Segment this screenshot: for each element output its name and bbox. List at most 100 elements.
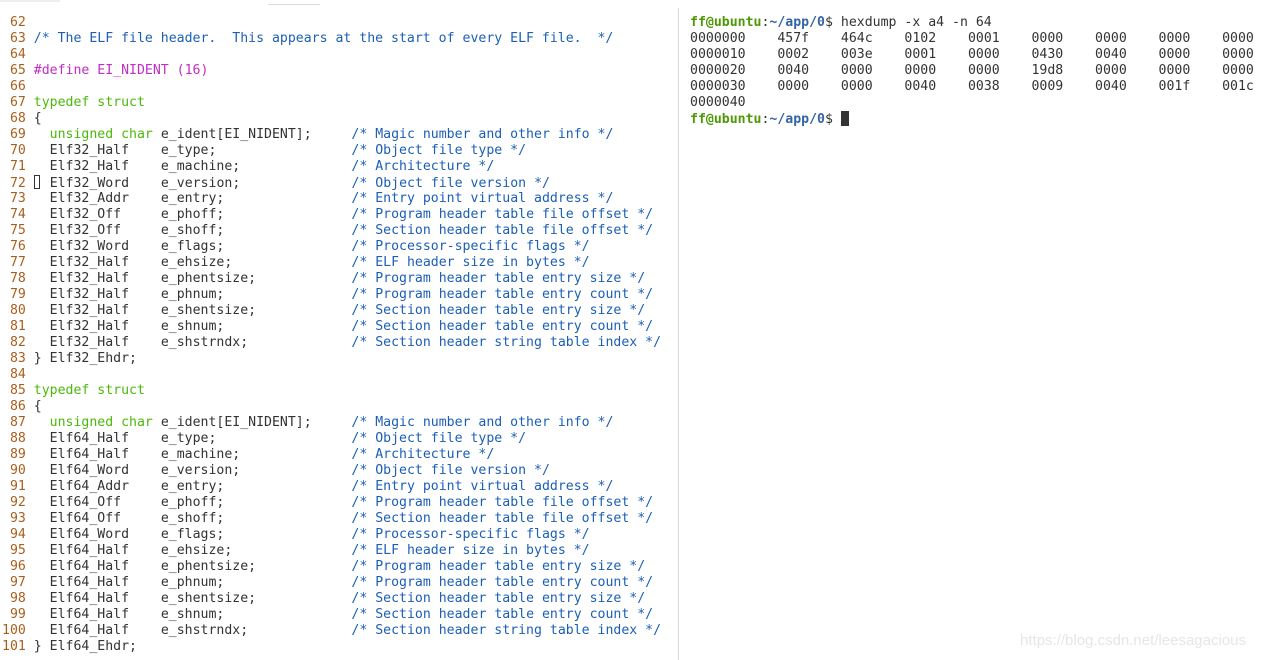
line-number: 81 bbox=[2, 319, 34, 334]
line-number: 98 bbox=[2, 591, 34, 606]
field-name: e_shoff; bbox=[160, 223, 225, 238]
field-name: e_phnum; bbox=[160, 575, 225, 590]
code-line: 94 Elf64_Word e_flags; /* Processor-spec… bbox=[2, 527, 678, 543]
field-name: e_phentsize; bbox=[160, 271, 257, 286]
field-type: Elf64_Half bbox=[49, 607, 130, 622]
preprocessor-define: #define EI_NIDENT (16) bbox=[33, 63, 209, 78]
code-line: 89 Elf64_Half e_machine; /* Architecture… bbox=[2, 447, 678, 463]
code-line: 80 Elf32_Half e_shentsize; /* Section he… bbox=[2, 303, 678, 319]
terminal-cursor bbox=[840, 111, 849, 126]
watermark: https://blog.csdn.net/leesagacious bbox=[1020, 632, 1246, 649]
field-name: e_type; bbox=[160, 431, 217, 446]
field-name: e_ehsize; bbox=[160, 543, 233, 558]
code-line: 78 Elf32_Half e_phentsize; /* Program he… bbox=[2, 271, 678, 287]
field-comment: /* Architecture */ bbox=[351, 159, 495, 174]
field-comment: /* Entry point virtual address */ bbox=[351, 479, 614, 494]
prompt-dollar: $ bbox=[825, 112, 841, 127]
hex-word: 001c bbox=[1222, 79, 1254, 94]
field-name: e_shnum; bbox=[160, 319, 225, 334]
line-number: 64 bbox=[2, 47, 34, 62]
line-number: 90 bbox=[2, 463, 34, 478]
prompt-user: ff@ubuntu bbox=[690, 15, 762, 30]
prompt-path: ~/app/0 bbox=[769, 112, 825, 127]
code-line: 101 } Elf64_Ehdr; bbox=[2, 639, 678, 655]
line-number: 68 bbox=[2, 111, 34, 126]
field-type: Elf64_Off bbox=[49, 495, 122, 510]
hex-word: 0040 bbox=[1095, 47, 1127, 62]
field-comment: /* Architecture */ bbox=[351, 447, 495, 462]
field-comment: /* Section header table entry size */ bbox=[351, 591, 646, 606]
field-type: Elf64_Half bbox=[49, 623, 130, 638]
field-comment: /* Program header table entry count */ bbox=[351, 287, 654, 302]
field-comment: /* Program header table entry count */ bbox=[351, 575, 654, 590]
code-editor[interactable]: 62 63 /* The ELF file header. This appea… bbox=[2, 15, 678, 655]
hex-word: 0040 bbox=[1095, 79, 1127, 94]
field-type: Elf32_Half bbox=[49, 303, 130, 318]
line-number: 76 bbox=[2, 239, 34, 254]
field-type: Elf64_Half bbox=[49, 543, 130, 558]
code-line: 100 Elf64_Half e_shstrndx; /* Section he… bbox=[2, 623, 678, 639]
hex-word: 0102 bbox=[904, 31, 937, 46]
comment: /* The ELF file header. This appears at … bbox=[33, 31, 614, 46]
field-name: e_phentsize; bbox=[160, 559, 257, 574]
hex-word: 0000 bbox=[1222, 31, 1254, 46]
field-name: e_type; bbox=[160, 143, 217, 158]
pane-divider[interactable] bbox=[678, 8, 679, 660]
field-name: e_shoff; bbox=[160, 511, 225, 526]
code-line: 65 #define EI_NIDENT (16) bbox=[2, 63, 678, 79]
line-number: 94 bbox=[2, 527, 34, 542]
struct-close: } Elf32_Ehdr; bbox=[33, 351, 137, 366]
terminal[interactable]: ff@ubuntu:~/app/0$ hexdump -x a4 -n 64 00… bbox=[690, 15, 1254, 127]
line-number: 77 bbox=[2, 255, 34, 270]
field-comment: /* Section header table file offset */ bbox=[351, 223, 654, 238]
terminal-prompt-line: ff@ubuntu:~/app/0$ hexdump -x a4 -n 64 bbox=[690, 15, 1254, 31]
field-type: Elf64_Half bbox=[49, 447, 130, 462]
field-comment: /* ELF header size in bytes */ bbox=[351, 255, 590, 270]
prompt-path: ~/app/0 bbox=[769, 15, 825, 30]
code-line: 62 bbox=[2, 15, 678, 31]
code-line: 83 } Elf32_Ehdr; bbox=[2, 351, 678, 367]
field-comment: /* Magic number and other info */ bbox=[351, 127, 614, 142]
code-line: 77 Elf32_Half e_ehsize; /* ELF header si… bbox=[2, 255, 678, 271]
prompt-dollar: $ bbox=[825, 15, 841, 30]
field-comment: /* Entry point virtual address */ bbox=[351, 191, 614, 206]
field-type: Elf32_Half bbox=[49, 335, 130, 350]
hex-word: 0000 bbox=[1158, 63, 1191, 78]
